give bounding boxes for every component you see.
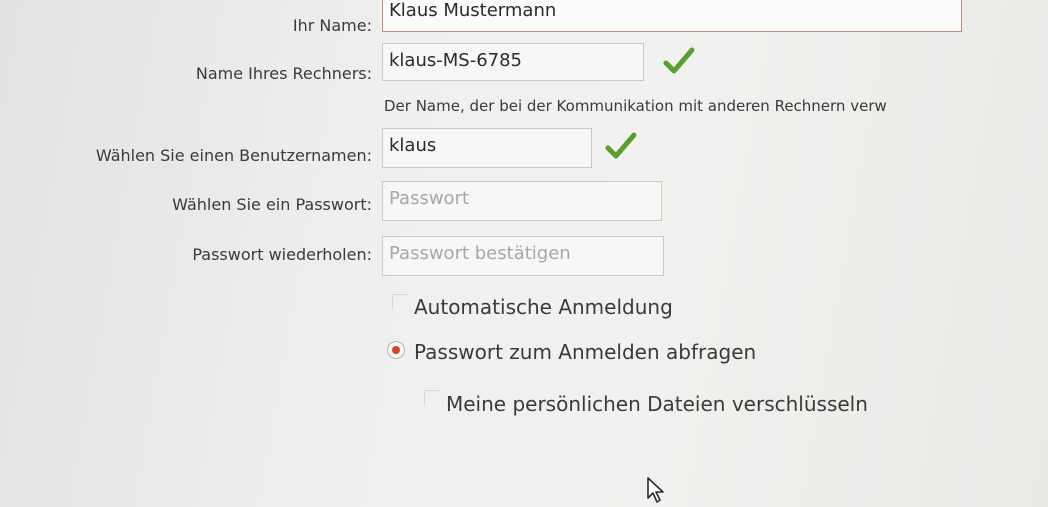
computer-name-field[interactable]: klaus-MS-6785 <box>382 43 644 81</box>
radio-selected-dot <box>392 346 400 354</box>
auto-login-checkbox[interactable] <box>392 294 407 309</box>
computer-name-label: Name Ihres Rechners: <box>195 64 372 83</box>
ask-password-radio[interactable] <box>387 341 405 359</box>
username-field[interactable]: klaus <box>382 128 592 168</box>
username-valid-check-icon <box>605 132 637 159</box>
name-field[interactable]: Klaus Mustermann <box>382 0 962 32</box>
username-label: Wählen Sie einen Benutzernamen: <box>95 146 372 165</box>
password-label: Wählen Sie ein Passwort: <box>172 195 372 214</box>
auto-login-label[interactable]: Automatische Anmeldung <box>414 295 673 319</box>
password-field[interactable]: Passwort <box>382 181 662 221</box>
computer-name-valid-check-icon <box>663 47 695 74</box>
confirm-password-field[interactable]: Passwort bestätigen <box>382 236 664 276</box>
encrypt-home-label[interactable]: Meine persönlichen Dateien verschlüsseln <box>446 392 868 416</box>
mouse-pointer-icon <box>647 477 664 503</box>
encrypt-home-checkbox[interactable] <box>424 390 439 405</box>
installer-user-setup-panel: Ihr Name: Klaus Mustermann Name Ihres Re… <box>0 0 1048 507</box>
confirm-password-label: Passwort wiederholen: <box>192 245 372 264</box>
computer-name-hint: Der Name, der bei der Kommunikation mit … <box>384 97 887 115</box>
ask-password-label[interactable]: Passwort zum Anmelden abfragen <box>414 340 756 364</box>
name-label: Ihr Name: <box>292 16 372 35</box>
